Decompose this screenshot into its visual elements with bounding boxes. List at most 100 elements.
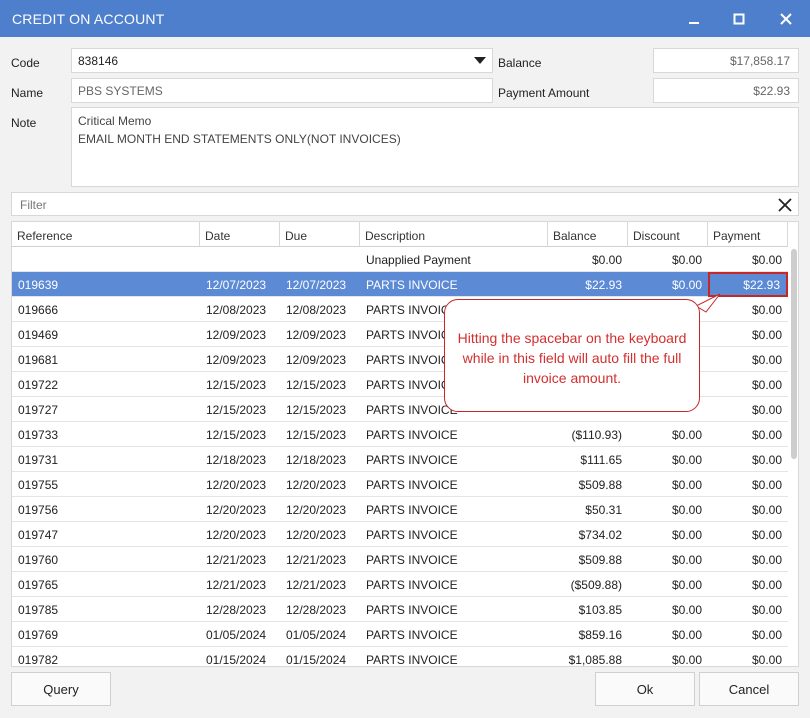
cell-payment[interactable]: $0.00 xyxy=(708,647,788,666)
column-header-payment[interactable]: Payment xyxy=(708,222,788,247)
cell-date: 12/15/2023 xyxy=(206,403,267,417)
column-header-description[interactable]: Description xyxy=(360,222,548,247)
balance-value: $17,858.17 xyxy=(729,54,790,68)
table-row[interactable]: 019756 12/20/2023 12/20/2023 PARTS INVOICE $… xyxy=(12,497,788,522)
cell-date: 12/21/2023 xyxy=(206,553,267,567)
table-row[interactable]: 019760 12/21/2023 12/21/2023 PARTS INVOICE $… xyxy=(12,547,788,572)
code-label: Code xyxy=(11,56,40,70)
minimize-icon xyxy=(689,21,699,24)
cell-reference: 019727 xyxy=(18,403,59,417)
table-row[interactable]: 019731 12/18/2023 12/18/2023 PARTS INVOICE $… xyxy=(12,447,788,472)
table-row[interactable]: 019769 01/05/2024 01/05/2024 PARTS INVOICE $… xyxy=(12,622,788,647)
column-header-due[interactable]: Due xyxy=(280,222,360,247)
note-textarea[interactable]: Critical Memo EMAIL MONTH END STATEMENTS… xyxy=(71,107,799,187)
cell-balance: $111.65 xyxy=(580,453,622,467)
cell-date: 12/21/2023 xyxy=(206,578,267,592)
cell-due: 12/09/2023 xyxy=(286,353,347,367)
chevron-down-icon[interactable] xyxy=(474,57,486,64)
payment-amount-field[interactable]: $22.93 xyxy=(653,78,799,103)
cell-payment[interactable]: $0.00 xyxy=(708,522,788,547)
table-row[interactable]: 019747 12/20/2023 12/20/2023 PARTS INVOICE $… xyxy=(12,522,788,547)
cell-reference: 019785 xyxy=(18,603,59,617)
payment-amount-label: Payment Amount xyxy=(498,86,590,100)
cell-payment[interactable]: $0.00 xyxy=(708,622,788,647)
cell-reference: 019666 xyxy=(18,303,59,317)
maximize-button[interactable] xyxy=(717,0,761,37)
name-field[interactable]: PBS SYSTEMS xyxy=(71,78,493,103)
table-row[interactable]: Unapplied Payment $0.00 $0.00 $0.00 xyxy=(12,247,788,272)
cell-due: 12/15/2023 xyxy=(286,378,347,392)
column-header-date[interactable]: Date xyxy=(200,222,280,247)
cell-due: 12/15/2023 xyxy=(286,428,347,442)
cell-balance: $0.00 xyxy=(591,253,622,267)
cancel-button[interactable]: Cancel xyxy=(699,672,799,706)
table-row[interactable]: 019785 12/28/2023 12/28/2023 PARTS INVOICE $… xyxy=(12,597,788,622)
cell-due xyxy=(280,247,360,272)
cell-payment[interactable]: $0.00 xyxy=(708,372,788,397)
cell-date: 12/20/2023 xyxy=(206,503,267,517)
cell-payment[interactable]: $0.00 xyxy=(708,247,788,272)
column-header-balance[interactable]: Balance xyxy=(548,222,628,247)
cell-due: 12/21/2023 xyxy=(286,553,347,567)
cell-discount: $0.00 xyxy=(671,478,702,492)
cell-date: 12/20/2023 xyxy=(206,528,267,542)
invoice-table: Reference Date Due Description Balance Discou… xyxy=(11,221,799,667)
filter-input[interactable]: Filter xyxy=(11,192,799,216)
table-header: Reference Date Due Description Balance Discou… xyxy=(12,222,788,247)
callout-annotation: Hitting the spacebar on the keyboard whi… xyxy=(444,299,700,412)
cell-payment[interactable]: $0.00 xyxy=(708,597,788,622)
cell-payment[interactable]: $0.00 xyxy=(708,547,788,572)
scroll-thumb[interactable] xyxy=(791,249,797,459)
table-row[interactable]: 019733 12/15/2023 12/15/2023 PARTS INVOICE (… xyxy=(12,422,788,447)
cell-discount: $0.00 xyxy=(671,453,702,467)
ok-button[interactable]: Ok xyxy=(595,672,695,706)
window-title: CREDIT ON ACCOUNT xyxy=(12,11,165,27)
cell-payment[interactable]: $0.00 xyxy=(708,472,788,497)
cell-description: PARTS INVOICE xyxy=(366,503,458,517)
close-button[interactable] xyxy=(764,0,808,37)
cell-payment[interactable]: $0.00 xyxy=(708,397,788,422)
cell-reference: 019760 xyxy=(18,553,59,567)
cell-date: 12/28/2023 xyxy=(206,603,267,617)
name-label: Name xyxy=(11,86,44,100)
cell-reference: 019756 xyxy=(18,503,59,517)
cell-discount: $0.00 xyxy=(671,653,702,667)
clear-filter-icon[interactable] xyxy=(776,196,794,214)
cell-payment[interactable]: $0.00 xyxy=(708,497,788,522)
cell-description: PARTS INVOICE xyxy=(366,453,458,467)
cell-payment[interactable]: $0.00 xyxy=(708,347,788,372)
cell-date xyxy=(200,247,280,272)
query-button[interactable]: Query xyxy=(11,672,111,706)
cell-payment[interactable]: $0.00 xyxy=(708,422,788,447)
cell-reference: 019782 xyxy=(18,653,59,667)
cell-description: PARTS INVOICE xyxy=(366,528,458,542)
cell-payment[interactable]: $0.00 xyxy=(708,322,788,347)
cell-description: PARTS INVOICE xyxy=(366,553,458,567)
minimize-button[interactable] xyxy=(672,0,716,37)
name-value: PBS SYSTEMS xyxy=(78,84,163,98)
table-row[interactable]: 019765 12/21/2023 12/21/2023 PARTS INVOICE (… xyxy=(12,572,788,597)
code-value: 838146 xyxy=(78,54,119,68)
cell-balance: $734.02 xyxy=(578,528,622,542)
note-label: Note xyxy=(11,116,37,130)
table-row[interactable]: 019782 01/15/2024 01/15/2024 PARTS INVOICE $… xyxy=(12,647,788,667)
cell-date: 12/15/2023 xyxy=(206,378,267,392)
cell-description: Unapplied Payment xyxy=(366,253,471,267)
code-dropdown[interactable]: 838146 xyxy=(71,48,493,73)
cell-discount: $0.00 xyxy=(671,628,702,642)
column-header-reference[interactable]: Reference xyxy=(12,222,200,247)
cell-description: PARTS INVOICE xyxy=(366,603,458,617)
column-header-discount[interactable]: Discount xyxy=(628,222,708,247)
vertical-scrollbar[interactable] xyxy=(789,247,798,666)
cell-balance: ($110.93) xyxy=(571,428,622,442)
table-row[interactable]: 019755 12/20/2023 12/20/2023 PARTS INVOICE $… xyxy=(12,472,788,497)
cell-payment[interactable]: $0.00 xyxy=(708,572,788,597)
cell-balance: $103.85 xyxy=(578,603,622,617)
cell-payment[interactable]: $0.00 xyxy=(708,447,788,472)
cell-due: 12/21/2023 xyxy=(286,578,347,592)
table-row[interactable]: 019639 12/07/2023 12/07/2023 PARTS INVOICE $… xyxy=(12,272,788,297)
payment-amount-value: $22.93 xyxy=(753,84,790,98)
cell-description: PARTS INVOICE xyxy=(366,653,458,667)
cell-date: 12/08/2023 xyxy=(206,303,267,317)
cell-reference: 019747 xyxy=(18,528,59,542)
